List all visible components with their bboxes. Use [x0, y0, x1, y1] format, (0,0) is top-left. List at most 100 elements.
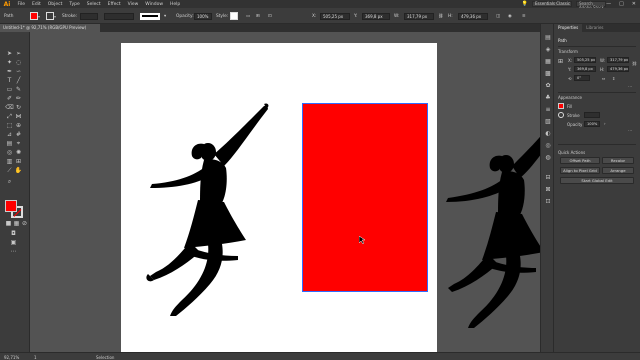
- opacity-arrow-icon[interactable]: ›: [604, 121, 606, 126]
- fill-dropdown-icon[interactable]: ▾: [38, 12, 42, 20]
- isolate-icon[interactable]: ◫: [496, 12, 500, 20]
- hand-tool-icon[interactable]: ✋: [14, 167, 23, 175]
- blend-tool-icon[interactable]: ◎: [5, 149, 14, 157]
- rotate-tool-icon[interactable]: ↻: [14, 104, 23, 112]
- perspective-grid-tool-icon[interactable]: ⊿: [5, 131, 14, 139]
- tab-libraries[interactable]: Libraries: [582, 24, 607, 32]
- column-graph-tool-icon[interactable]: ▥: [5, 158, 14, 166]
- constrain-link-icon[interactable]: ⛓: [438, 12, 443, 20]
- menu-help[interactable]: Help: [167, 2, 184, 7]
- stroke-label-panel[interactable]: Stroke: [567, 113, 580, 118]
- lightbulb-icon[interactable]: 💡: [522, 1, 528, 7]
- opacity-label[interactable]: Opacity:: [176, 12, 194, 20]
- menu-effect[interactable]: Effect: [104, 2, 124, 7]
- transparency-panel-icon[interactable]: ◐: [544, 130, 552, 138]
- red-rectangle[interactable]: [302, 103, 428, 292]
- screen-mode-icon[interactable]: ▣: [9, 239, 18, 247]
- transform-panel-icon[interactable]: ⊡: [544, 198, 552, 206]
- menu-select[interactable]: Select: [83, 2, 104, 7]
- w-field[interactable]: 317,79 px: [404, 12, 434, 20]
- flip-vertical-icon[interactable]: ⇕: [612, 76, 615, 81]
- tab-properties[interactable]: Properties: [554, 24, 583, 32]
- gradient-tool-icon[interactable]: ▤: [5, 140, 14, 148]
- scale-tool-icon[interactable]: ⤢: [5, 113, 14, 121]
- fill-stroke-widget[interactable]: [5, 200, 23, 218]
- pencil-tool-icon[interactable]: ✏: [14, 95, 23, 103]
- reference-point-icon[interactable]: ⊞: [558, 58, 563, 65]
- magic-wand-tool-icon[interactable]: ✦: [5, 59, 14, 67]
- eraser-tool-icon[interactable]: ⌫: [5, 104, 14, 112]
- rectangle-tool-icon[interactable]: ▭: [5, 86, 14, 94]
- x-field-panel[interactable]: 505,25 px: [574, 57, 596, 63]
- y-field[interactable]: 369,8 px: [362, 12, 390, 20]
- opacity-field[interactable]: 100%: [194, 12, 212, 20]
- appearance-more-icon[interactable]: ⋯: [628, 128, 632, 133]
- stroke-panel-icon[interactable]: ≡: [544, 106, 552, 114]
- draw-mode-icon[interactable]: ◘: [9, 230, 18, 238]
- paintbrush-tool-icon[interactable]: ✎: [14, 86, 23, 94]
- fill-color-swatch[interactable]: [5, 200, 17, 212]
- shaper-tool-icon[interactable]: ✐: [5, 95, 14, 103]
- curvature-tool-icon[interactable]: ∽: [14, 68, 23, 76]
- eyedropper-tool-icon[interactable]: ⌖: [14, 140, 23, 148]
- dancer-silhouette-offcanvas[interactable]: [442, 130, 540, 330]
- appearance-panel-icon[interactable]: ◎: [544, 142, 552, 150]
- arrange-button[interactable]: Arrange: [602, 167, 634, 174]
- lasso-tool-icon[interactable]: ◌: [14, 59, 23, 67]
- y-field-panel[interactable]: 369,8 px: [574, 66, 596, 72]
- swatches-panel-icon[interactable]: ▩: [544, 70, 552, 78]
- current-tool-status[interactable]: Selection: [96, 355, 114, 360]
- line-tool-icon[interactable]: ╱: [14, 77, 23, 85]
- type-tool-icon[interactable]: T: [5, 77, 14, 85]
- more-options-icon[interactable]: ⋯: [628, 84, 632, 89]
- artboard-tool-icon[interactable]: ⊞: [14, 158, 23, 166]
- appearance-stroke-swatch[interactable]: [558, 112, 564, 118]
- graphic-styles-panel-icon[interactable]: ◍: [544, 154, 552, 162]
- align-panel-icon[interactable]: ⊟: [544, 174, 552, 182]
- brush-dropdown-icon[interactable]: ▾: [164, 12, 166, 20]
- close-button[interactable]: ✕: [632, 1, 636, 7]
- layers-panel-icon[interactable]: ◈: [544, 46, 552, 54]
- gradient-panel-icon[interactable]: ▧: [544, 118, 552, 126]
- stroke-weight-panel[interactable]: [584, 112, 600, 118]
- mesh-tool-icon[interactable]: #: [14, 131, 23, 139]
- zoom-tool-icon[interactable]: ⌕: [5, 178, 14, 186]
- menu-file[interactable]: File: [14, 2, 29, 7]
- workspace-switcher[interactable]: Essentials Classic: [532, 1, 572, 7]
- free-transform-tool-icon[interactable]: ⬚: [5, 122, 14, 130]
- recolor-icon[interactable]: ◉: [508, 12, 512, 20]
- direct-selection-tool-icon[interactable]: ➢: [14, 50, 23, 58]
- canvas[interactable]: [30, 32, 540, 352]
- rotation-field[interactable]: 0°: [574, 75, 590, 81]
- panel-menu-icon[interactable]: ≡: [522, 12, 526, 20]
- selection-tool-icon[interactable]: ➤: [5, 50, 14, 58]
- align-to-pixel-grid-button[interactable]: Align to Pixel Grid: [560, 167, 600, 174]
- zoom-level[interactable]: 92,71%: [4, 355, 19, 360]
- menu-object[interactable]: Object: [44, 2, 66, 7]
- stroke-weight-field[interactable]: [80, 12, 98, 20]
- recolor-button[interactable]: Recolor: [602, 157, 634, 164]
- minimize-button[interactable]: —: [606, 1, 611, 7]
- stroke-swatch[interactable]: [46, 12, 54, 20]
- opacity-label-panel[interactable]: Opacity: [567, 122, 582, 127]
- align-icon[interactable]: ⊞: [256, 12, 260, 20]
- document-tab[interactable]: Untitled-1* @ 92,71% (RGB/GPU Preview): [0, 24, 100, 32]
- brush-definition-field[interactable]: [140, 12, 160, 20]
- dancer-silhouette[interactable]: [146, 102, 296, 322]
- maximize-button[interactable]: □: [619, 1, 624, 7]
- slice-tool-icon[interactable]: ⟋: [5, 167, 14, 175]
- menu-edit[interactable]: Edit: [29, 2, 45, 7]
- width-tool-icon[interactable]: ⋈: [14, 113, 23, 121]
- symbol-sprayer-tool-icon[interactable]: ✺: [14, 149, 23, 157]
- offset-path-button[interactable]: Offset Path: [560, 157, 600, 164]
- w-field-panel[interactable]: 317,79 px: [607, 57, 629, 63]
- appearance-fill-swatch[interactable]: [558, 103, 564, 109]
- brushes-panel-icon[interactable]: ✿: [544, 82, 552, 90]
- menu-view[interactable]: View: [124, 2, 142, 7]
- pathfinder-panel-icon[interactable]: ⊠: [544, 186, 552, 194]
- h-field[interactable]: 479,36 px: [458, 12, 488, 20]
- start-global-edit-button[interactable]: Start Global Edit: [560, 177, 634, 184]
- stroke-dropdown-icon[interactable]: ▾: [54, 12, 58, 20]
- document-setup-icon[interactable]: ▭: [246, 12, 250, 20]
- menu-window[interactable]: Window: [142, 2, 167, 7]
